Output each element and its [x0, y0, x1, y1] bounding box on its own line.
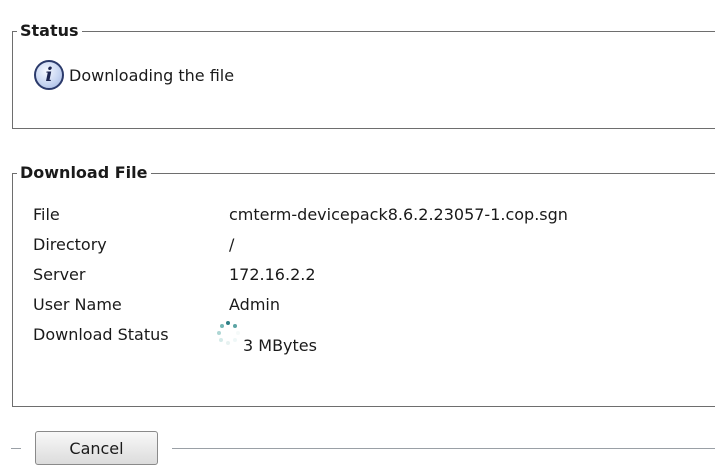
- downloaded-size: 3 MBytes: [243, 336, 317, 355]
- download-status-label: Download Status: [33, 324, 169, 344]
- cancel-button[interactable]: Cancel: [35, 431, 158, 465]
- footer-divider-right: [172, 448, 715, 449]
- server-row: Server 172.16.2.2: [33, 259, 568, 289]
- server-label: Server: [33, 264, 86, 284]
- file-label: File: [33, 204, 60, 224]
- status-section: Status i Downloading the file: [12, 21, 715, 129]
- user-name-row: User Name Admin: [33, 289, 568, 319]
- directory-label: Directory: [33, 234, 107, 254]
- download-status-row: Download Status 3 MBytes: [33, 319, 568, 355]
- footer-divider-left: [11, 448, 21, 449]
- user-name-value: Admin: [229, 294, 280, 314]
- download-details-table: File cmterm-devicepack8.6.2.23057-1.cop.…: [33, 199, 568, 356]
- server-value: 172.16.2.2: [229, 264, 316, 284]
- loading-spinner-icon: [213, 319, 243, 349]
- directory-value: /: [229, 234, 235, 254]
- download-file-section: Download File File cmterm-devicepack8.6.…: [12, 163, 715, 407]
- status-legend: Status: [17, 21, 82, 41]
- info-icon: i: [34, 60, 64, 90]
- file-value: cmterm-devicepack8.6.2.23057-1.cop.sgn: [229, 204, 568, 224]
- file-row: File cmterm-devicepack8.6.2.23057-1.cop.…: [33, 199, 568, 229]
- status-message: Downloading the file: [69, 65, 235, 85]
- download-file-legend: Download File: [17, 163, 151, 183]
- download-status-value: 3 MBytes: [213, 319, 317, 355]
- directory-row: Directory /: [33, 229, 568, 259]
- user-name-label: User Name: [33, 294, 122, 314]
- status-message-row: i Downloading the file: [34, 60, 234, 90]
